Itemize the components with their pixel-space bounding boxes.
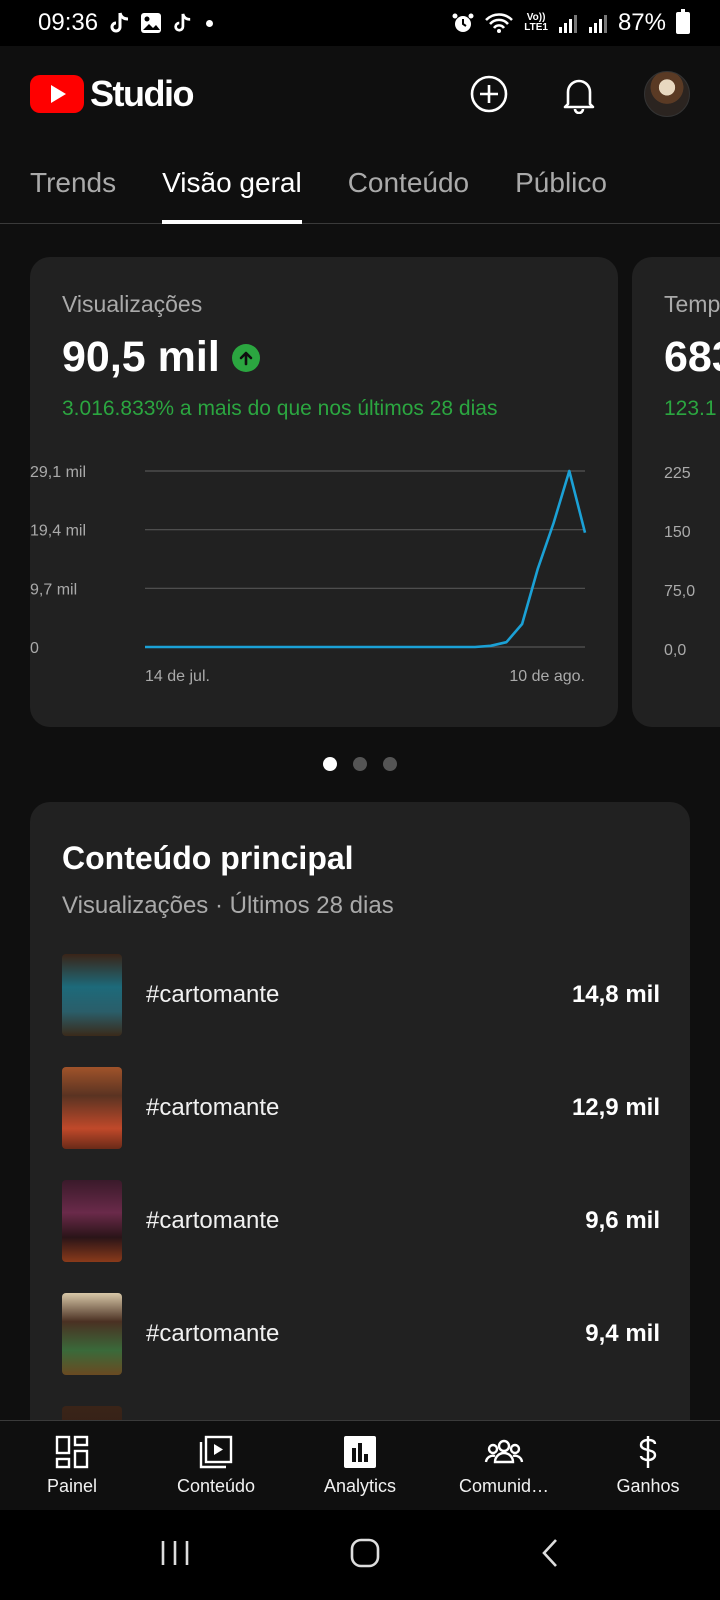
x-tick-label: 14 de jul. bbox=[145, 668, 210, 685]
section-subtitle: Visualizações · Últimos 28 dias bbox=[62, 892, 394, 919]
y-tick-label: 19,4 mil bbox=[30, 523, 86, 540]
video-thumbnail bbox=[62, 1180, 122, 1262]
nav-content[interactable]: Conteúdo bbox=[144, 1421, 288, 1510]
y-tick-label: 150 bbox=[664, 524, 691, 541]
y-tick-label: 75,0 bbox=[664, 583, 696, 600]
signal-icon bbox=[558, 13, 578, 33]
system-navigation bbox=[0, 1510, 720, 1600]
arrow-up-icon bbox=[231, 343, 260, 372]
content-row[interactable]: #cartomante 9,4 mil bbox=[62, 1293, 660, 1375]
add-circle-icon bbox=[470, 75, 508, 113]
views-series-line bbox=[145, 469, 587, 649]
nav-earnings[interactable]: Ganhos bbox=[576, 1421, 720, 1510]
top-content-card: Conteúdo principal Visualizações · Últim… bbox=[30, 802, 690, 1422]
content-row[interactable]: #cartomante 9,6 mil bbox=[62, 1180, 660, 1262]
section-title: Conteúdo principal bbox=[62, 840, 354, 876]
nav-dashboard[interactable]: Painel bbox=[0, 1421, 144, 1510]
y-tick-label: 0,0 bbox=[664, 642, 687, 659]
y-tick-label: 0 bbox=[30, 640, 39, 657]
video-views: 9,6 mil bbox=[585, 1207, 660, 1234]
video-views: 14,8 mil bbox=[571, 981, 660, 1008]
home-icon bbox=[350, 1538, 380, 1567]
studio-logo[interactable]: Studio bbox=[30, 73, 194, 115]
y-tick-label: 29,1 mil bbox=[30, 464, 86, 481]
status-bar: 09:36 Vo)) LTE1 87% bbox=[0, 0, 720, 46]
back-icon bbox=[542, 1538, 557, 1567]
wifi-icon bbox=[484, 12, 514, 34]
metric-value: 90,5 mil bbox=[62, 333, 260, 382]
nav-community[interactable]: Comunid… bbox=[432, 1421, 576, 1510]
nav-label: Ganhos bbox=[616, 1476, 680, 1496]
pagination-dot[interactable] bbox=[353, 757, 367, 771]
video-views: 12,9 mil bbox=[571, 1094, 660, 1121]
tab-trends[interactable]: Trends bbox=[30, 142, 116, 223]
bottom-navigation: Painel Conteúdo Analytics Comunid… Ganho… bbox=[0, 1420, 720, 1510]
content-row[interactable]: #cartomante 12,9 mil bbox=[62, 1067, 660, 1149]
video-thumbnail bbox=[62, 1067, 122, 1149]
nav-label: Conteúdo bbox=[176, 1476, 256, 1496]
status-time: 09:36 bbox=[38, 9, 99, 36]
tab-bar: Trends Visão geral Conteúdo Público bbox=[0, 142, 720, 224]
tab-content[interactable]: Conteúdo bbox=[348, 142, 469, 223]
tab-audience[interactable]: Público bbox=[515, 142, 607, 223]
alarm-icon bbox=[452, 12, 474, 34]
analytics-icon bbox=[344, 1436, 376, 1468]
metric-change: 3.016.833% a mais do que nos últimos 28 … bbox=[62, 397, 498, 420]
bell-icon bbox=[563, 79, 595, 114]
notifications-button[interactable] bbox=[554, 69, 604, 119]
pagination-dot[interactable] bbox=[383, 757, 397, 771]
recent-apps-icon bbox=[161, 1540, 189, 1565]
video-title: #cartomante bbox=[146, 1207, 280, 1234]
nav-label: Comunid… bbox=[458, 1476, 550, 1496]
recent-apps-button[interactable] bbox=[158, 1538, 192, 1573]
lte-indicator: Vo)) LTE1 bbox=[524, 12, 548, 33]
content-icon bbox=[199, 1435, 233, 1469]
nav-label: Analytics bbox=[323, 1476, 397, 1496]
video-title: #cartomante bbox=[146, 1094, 280, 1121]
pagination-dot[interactable] bbox=[323, 757, 337, 771]
earnings-icon bbox=[639, 1436, 657, 1468]
video-views: 9,4 mil bbox=[585, 1320, 660, 1347]
community-icon bbox=[484, 1439, 524, 1464]
video-thumbnail bbox=[62, 954, 122, 1036]
logo-text: Studio bbox=[90, 73, 194, 114]
avatar[interactable] bbox=[644, 71, 690, 117]
youtube-logo-icon bbox=[30, 75, 84, 113]
dashboard-icon bbox=[55, 1435, 89, 1469]
video-title: #cartomante bbox=[146, 1320, 280, 1347]
create-button[interactable] bbox=[464, 69, 514, 119]
views-line-chart: 29,1 mil 19,4 mil 9,7 mil 0 14 de jul. 10 de … bbox=[30, 464, 587, 685]
tab-overview[interactable]: Visão geral bbox=[162, 142, 302, 224]
metric-change: 123.1 bbox=[664, 397, 717, 420]
carousel-pagination bbox=[0, 757, 720, 771]
y-tick-label: 9,7 mil bbox=[30, 581, 77, 598]
signal-icon bbox=[588, 13, 608, 33]
home-button[interactable] bbox=[348, 1536, 382, 1575]
video-thumbnail bbox=[62, 1293, 122, 1375]
nav-analytics[interactable]: Analytics bbox=[288, 1421, 432, 1510]
app-header: Studio bbox=[0, 46, 720, 142]
watch-time-metric-card[interactable]: Temp 683 123.1 225 150 75,0 0,0 bbox=[632, 257, 720, 727]
y-tick-label: 225 bbox=[664, 465, 691, 482]
battery-percent: 87% bbox=[617, 9, 666, 36]
nav-label: Painel bbox=[46, 1476, 98, 1496]
video-title: #cartomante bbox=[146, 981, 280, 1008]
metric-label: Temp bbox=[664, 291, 720, 317]
views-metric-card[interactable]: Visualizações 90,5 mil 3.016.833% a mais… bbox=[30, 257, 618, 727]
metric-value: 683 bbox=[664, 333, 720, 381]
notification-dot bbox=[206, 19, 214, 27]
back-button[interactable] bbox=[538, 1536, 562, 1575]
gallery-icon bbox=[140, 12, 162, 34]
battery-icon bbox=[676, 9, 690, 34]
tiktok-icon bbox=[108, 11, 130, 35]
metric-label: Visualizações bbox=[62, 291, 203, 317]
x-tick-label: 10 de ago. bbox=[509, 668, 585, 685]
content-row[interactable]: #cartomante 14,8 mil bbox=[62, 954, 660, 1036]
tiktok-icon bbox=[172, 12, 192, 34]
